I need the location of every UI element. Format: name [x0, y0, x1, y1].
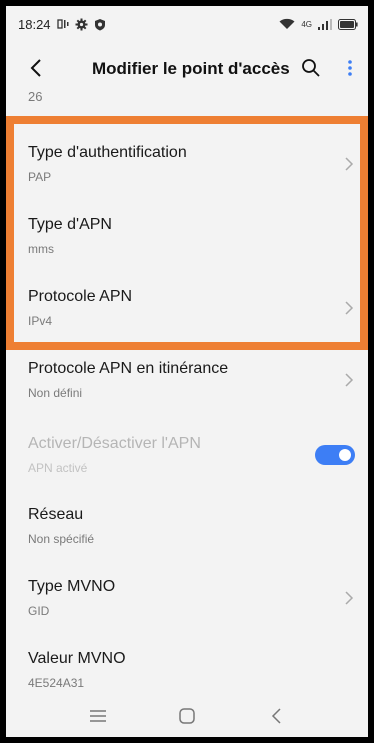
signal-icon — [318, 18, 332, 30]
network-type: 4G — [301, 19, 312, 29]
app-bar: Modifier le point d'accès — [6, 46, 368, 90]
status-left: 18:24 — [18, 17, 106, 32]
setting-label: Protocole APN en itinérance — [28, 360, 229, 377]
status-right: 4G — [279, 18, 358, 30]
setting-mvno-type[interactable]: Type MVNO GID — [6, 564, 368, 634]
chevron-right-icon — [345, 373, 354, 387]
status-time: 18:24 — [18, 16, 51, 32]
setting-value: APN activé — [28, 461, 88, 475]
previous-setting-value: 26 — [28, 89, 43, 104]
setting-label: Activer/Désactiver l'APN — [28, 435, 201, 452]
setting-label: Type d'APN — [28, 216, 112, 233]
home-icon[interactable] — [173, 702, 201, 730]
battery-icon — [338, 18, 358, 30]
back-icon[interactable] — [262, 702, 290, 730]
setting-value: Non défini — [28, 386, 83, 400]
setting-label: Réseau — [28, 506, 84, 523]
back-arrow-icon[interactable] — [24, 56, 48, 80]
navigation-bar — [6, 695, 368, 737]
setting-apn-protocol[interactable]: Protocole APN IPv4 — [6, 274, 368, 344]
chevron-right-icon — [345, 301, 354, 315]
notification-icon — [56, 18, 69, 30]
setting-label: Valeur MVNO — [28, 650, 126, 667]
setting-value: Non spécifié — [28, 532, 95, 546]
setting-apn-enable: Activer/Désactiver l'APN APN activé — [6, 421, 368, 491]
gear-icon — [75, 18, 88, 31]
setting-roaming-protocol[interactable]: Protocole APN en itinérance Non défini — [6, 346, 368, 416]
chevron-right-icon — [345, 591, 354, 605]
menu-icon[interactable] — [84, 702, 112, 730]
search-icon[interactable] — [299, 56, 323, 80]
more-vert-icon[interactable] — [342, 56, 358, 80]
setting-label: Type d'authentification — [28, 144, 187, 161]
setting-value: mms — [28, 242, 54, 256]
setting-value: GID — [28, 604, 50, 618]
page-title: Modifier le point d'accès — [92, 59, 290, 78]
wifi-icon — [279, 18, 295, 30]
screen: 18:24 4G Modifier le point d'accès 26 Ty… — [6, 6, 368, 737]
chevron-right-icon — [345, 157, 354, 171]
apn-enable-toggle[interactable] — [315, 445, 355, 465]
setting-label: Protocole APN — [28, 288, 133, 305]
shield-icon — [94, 18, 106, 31]
setting-auth-type[interactable]: Type d'authentification PAP — [6, 130, 368, 200]
setting-value: 4E524A31 — [28, 676, 85, 690]
setting-value: IPv4 — [28, 314, 53, 328]
setting-value: PAP — [28, 170, 52, 184]
status-bar: 18:24 4G — [6, 6, 368, 42]
setting-label: Type MVNO — [28, 578, 116, 595]
setting-network[interactable]: Réseau Non spécifié — [6, 492, 368, 562]
toggle-knob — [339, 449, 351, 461]
setting-apn-type[interactable]: Type d'APN mms — [6, 202, 368, 272]
